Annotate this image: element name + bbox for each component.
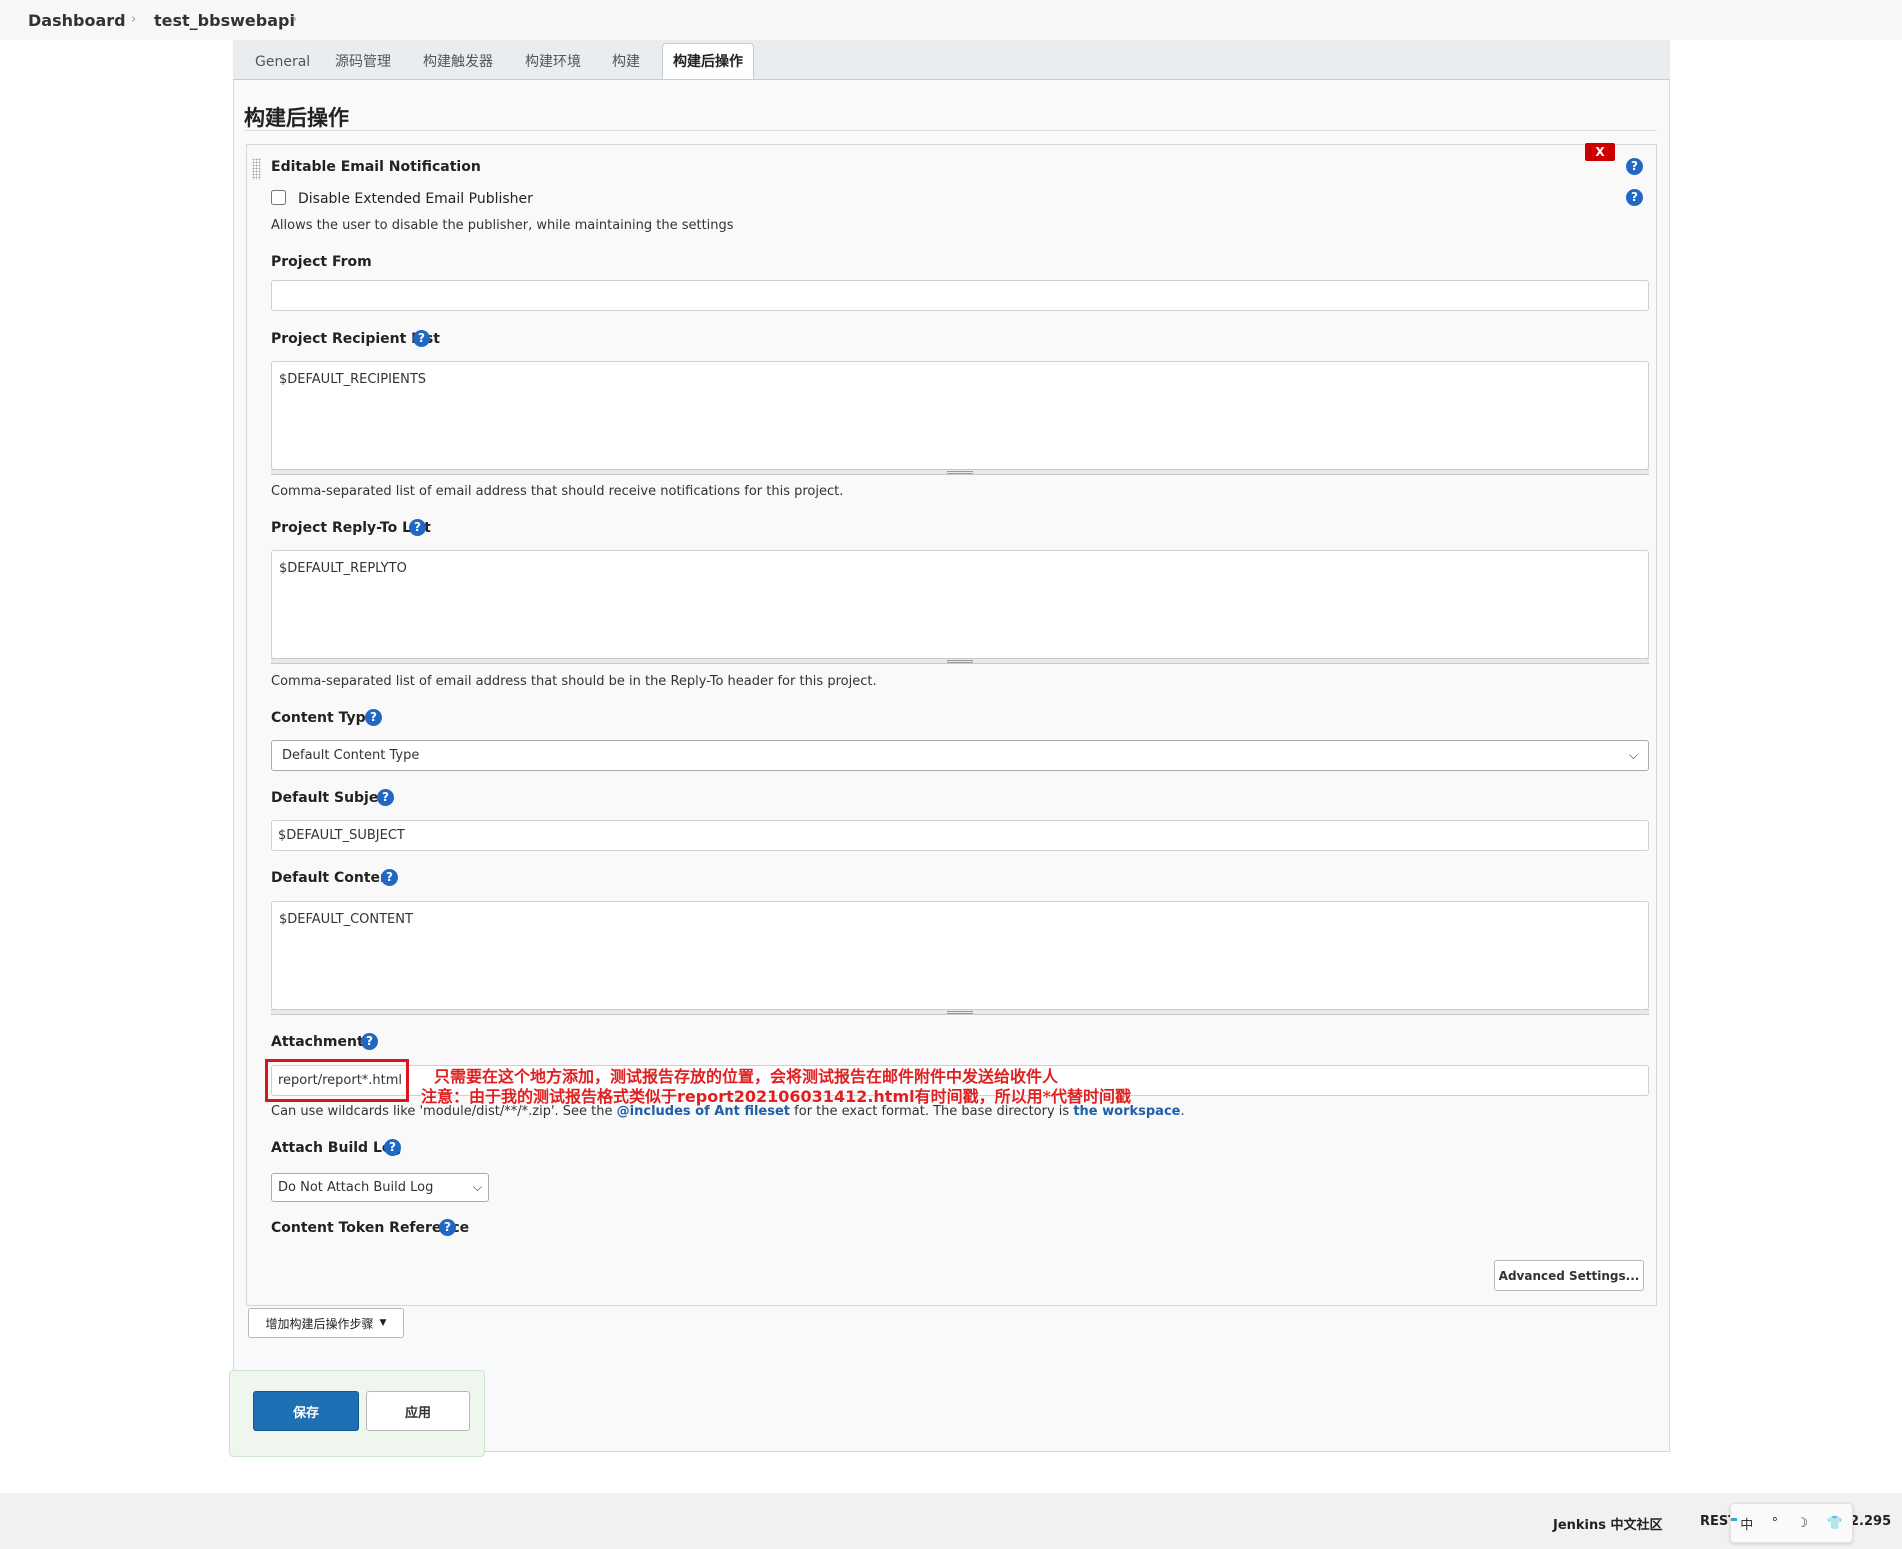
grip-icon [947,660,973,663]
content-type-label: Content Type [271,710,376,726]
content-type-value: Default Content Type [282,748,420,763]
attach-build-log-value: Do Not Attach Build Log [278,1180,434,1195]
help-icon[interactable]: ? [413,330,430,347]
project-from-input[interactable] [271,280,1649,311]
tab-scm[interactable]: 源码管理 [335,44,391,80]
annotation-line-2: 注意：由于我的测试报告格式类似于report202106031412.html有… [421,1083,1131,1107]
chevron-down-icon: ⌵ [472,1180,482,1194]
attach-build-log-select[interactable]: Do Not Attach Build Log ⌵ [271,1173,489,1202]
help-icon[interactable]: ? [361,1033,378,1050]
reply-to-textarea[interactable]: $DEFAULT_REPLYTO [271,550,1649,659]
ime-skin-icon[interactable]: 👕 [1827,1516,1843,1531]
recipient-list-desc: Comma-separated list of email address th… [271,484,844,499]
annotation-filename: report202106031412.html [677,1087,915,1106]
caret-down-icon: ▼ [379,1318,387,1328]
page-footer: Jenkins 中文社区 REST 2.295 [0,1493,1902,1549]
version-label: 2.295 [1850,1514,1892,1529]
tab-triggers[interactable]: 构建触发器 [423,44,493,80]
disable-publisher-desc: Allows the user to disable the publisher… [271,218,734,233]
section-title: 构建后操作 [244,106,349,130]
reply-to-desc: Comma-separated list of email address th… [271,674,877,689]
help-icon[interactable]: ? [381,869,398,886]
tab-build[interactable]: 构建 [612,44,640,80]
default-subject-input[interactable]: $DEFAULT_SUBJECT [271,820,1649,851]
annotation-text: 有时间戳，所以用*代替时间戳 [914,1087,1131,1106]
section-divider [244,130,1657,131]
highlight-box [265,1059,409,1102]
breadcrumb-job[interactable]: test_bbswebapi [154,11,295,30]
save-button[interactable]: 保存 [253,1391,359,1431]
drag-handle-icon[interactable] [252,158,261,180]
tab-build-env[interactable]: 构建环境 [525,44,581,80]
ime-punctuation-icon[interactable]: ° [1772,1516,1779,1531]
help-icon[interactable]: ? [439,1219,456,1236]
help-icon[interactable]: ? [365,709,382,726]
help-icon[interactable]: ? [1626,158,1643,175]
attach-build-log-label: Attach Build Log [271,1140,402,1156]
attachments-desc-text: . [1180,1104,1185,1119]
help-icon[interactable]: ? [1626,189,1643,206]
reply-to-label: Project Reply-To List [271,520,431,536]
chevron-right-icon: › [131,12,137,27]
project-from-label: Project From [271,254,372,270]
ime-chinese-icon[interactable]: 中 [1740,1514,1753,1533]
tab-post-build[interactable]: 构建后操作 [662,43,754,79]
breadcrumb-dashboard[interactable]: Dashboard [28,11,126,30]
community-link[interactable]: Jenkins 中文社区 [1553,1514,1663,1533]
recipient-list-textarea[interactable]: $DEFAULT_RECIPIENTS [271,361,1649,470]
email-publisher-card [246,144,1657,1306]
disable-publisher-label: Disable Extended Email Publisher [298,191,533,207]
ime-moon-icon[interactable]: ☽ [1797,1516,1809,1531]
attachments-label: Attachments [271,1034,373,1050]
resize-handle[interactable] [271,469,1649,475]
chevron-down-icon: ⌵ [1628,748,1638,762]
add-step-label: 增加构建后操作步骤 [265,1316,374,1331]
disable-publisher-checkbox[interactable] [271,190,286,205]
tab-general[interactable]: General [255,44,310,80]
help-icon[interactable]: ? [409,519,426,536]
default-content-textarea[interactable]: $DEFAULT_CONTENT [271,901,1649,1010]
content-type-select[interactable]: Default Content Type ⌵ [271,740,1649,771]
delete-publisher-button[interactable]: X [1585,143,1615,161]
grip-icon [947,1011,973,1014]
breadcrumb-bar: Dashboard › test_bbswebapi › [0,0,1902,40]
help-icon[interactable]: ? [377,789,394,806]
resize-handle[interactable] [271,1009,1649,1015]
annotation-text: 注意：由于我的测试报告格式类似于 [421,1087,678,1106]
help-icon[interactable]: ? [384,1139,401,1156]
close-icon: X [1595,145,1605,159]
publisher-title: Editable Email Notification [271,159,481,175]
apply-button[interactable]: 应用 [366,1391,470,1431]
default-content-label: Default Content [271,870,397,886]
grip-icon [947,471,973,474]
ime-indicator [1731,1518,1737,1521]
add-post-build-step-button[interactable]: 增加构建后操作步骤 ▼ [248,1308,404,1338]
chevron-right-icon[interactable]: › [292,12,297,27]
resize-handle[interactable] [271,658,1649,664]
default-subject-label: Default Subject [271,790,394,806]
advanced-settings-button[interactable]: Advanced Settings... [1494,1260,1644,1291]
ime-toolbar[interactable]: 中 ° ☽ 👕 [1730,1503,1853,1543]
